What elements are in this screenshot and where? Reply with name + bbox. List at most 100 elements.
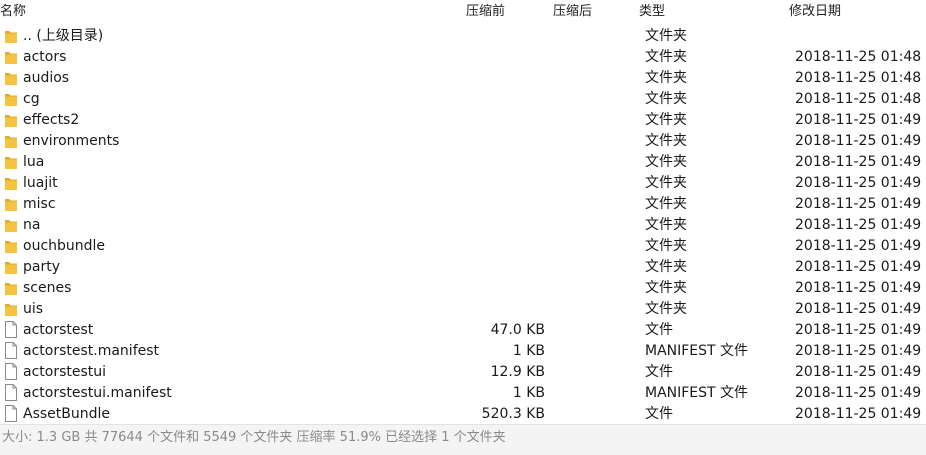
row-type: 文件 [645, 364, 673, 380]
row-type: 文件夹 [645, 196, 687, 212]
row-type: 文件夹 [645, 49, 687, 65]
row-modified: 2018-11-25 01:49 [795, 385, 922, 401]
folder-icon [4, 155, 18, 170]
row-type: 文件夹 [645, 301, 687, 317]
row-name: environments [23, 133, 120, 149]
folder-row[interactable]: .. (上级目录) 文件夹 [0, 26, 926, 47]
row-modified: 2018-11-25 01:49 [795, 217, 922, 233]
row-modified: 2018-11-25 01:48 [795, 70, 922, 86]
folder-icon [4, 92, 18, 107]
row-modified: 2018-11-25 01:49 [795, 175, 922, 191]
folder-icon [4, 239, 18, 254]
file-row[interactable]: actorstestui.manifest 1 KB MANIFEST 文件 2018… [0, 383, 926, 404]
row-type: 文件夹 [645, 28, 687, 44]
column-header: 名称 压缩前 压缩后 类型 修改日期 [0, 0, 926, 24]
column-header-compressed-size[interactable]: 压缩后 [553, 3, 592, 21]
row-type: 文件 [645, 322, 673, 338]
folder-icon [4, 281, 18, 296]
file-icon [4, 405, 18, 422]
row-modified: 2018-11-25 01:48 [795, 91, 922, 107]
row-type: 文件夹 [645, 91, 687, 107]
file-icon [4, 384, 18, 401]
folder-icon [4, 176, 18, 191]
folder-row[interactable]: ouchbundle 文件夹 2018-11-25 01:49 [0, 236, 926, 257]
folder-row[interactable]: uis 文件夹 2018-11-25 01:49 [0, 299, 926, 320]
folder-icon [4, 134, 18, 149]
row-type: 文件夹 [645, 238, 687, 254]
status-text: 大小: 1.3 GB 共 77644 个文件和 5549 个文件夹 压缩率 51… [2, 430, 506, 445]
row-name: party [23, 259, 60, 275]
folder-icon [4, 260, 18, 275]
row-modified: 2018-11-25 01:48 [795, 49, 922, 65]
file-row[interactable]: actorstest.manifest 1 KB MANIFEST 文件 2018-1… [0, 341, 926, 362]
row-modified: 2018-11-25 01:49 [795, 238, 922, 254]
folder-row[interactable]: lua 文件夹 2018-11-25 01:49 [0, 152, 926, 173]
row-type: MANIFEST 文件 [645, 343, 749, 359]
folder-row[interactable]: na 文件夹 2018-11-25 01:49 [0, 215, 926, 236]
row-type: 文件夹 [645, 133, 687, 149]
folder-row[interactable]: environments 文件夹 2018-11-25 01:49 [0, 131, 926, 152]
row-name: scenes [23, 280, 72, 296]
row-name: na [23, 217, 41, 233]
row-type: 文件夹 [645, 175, 687, 191]
column-header-name[interactable]: 名称 [0, 3, 26, 21]
folder-icon [4, 50, 18, 65]
row-name: effects2 [23, 112, 80, 128]
row-name: cg [23, 91, 40, 107]
status-bar: 大小: 1.3 GB 共 77644 个文件和 5549 个文件夹 压缩率 51… [0, 424, 926, 455]
row-modified: 2018-11-25 01:49 [795, 112, 922, 128]
row-type: MANIFEST 文件 [645, 385, 749, 401]
folder-icon [4, 302, 18, 317]
folder-row[interactable]: effects2 文件夹 2018-11-25 01:49 [0, 110, 926, 131]
row-modified: 2018-11-25 01:49 [795, 322, 922, 338]
row-name: misc [23, 196, 56, 212]
column-header-modified[interactable]: 修改日期 [789, 3, 841, 21]
folder-row[interactable]: actors 文件夹 2018-11-25 01:48 [0, 47, 926, 68]
row-name: luajit [23, 175, 58, 191]
folder-icon [4, 197, 18, 212]
folder-icon [4, 113, 18, 128]
row-name: .. (上级目录) [23, 28, 104, 44]
row-name: actors [23, 49, 67, 65]
folder-icon [4, 218, 18, 233]
file-icon [4, 342, 18, 359]
row-original-size: 1 KB [512, 343, 545, 359]
row-original-size: 1 KB [512, 385, 545, 401]
file-row[interactable]: actorstest 47.0 KB 文件 2018-11-25 01:49 [0, 320, 926, 341]
row-name: actorstest.manifest [23, 343, 160, 359]
row-modified: 2018-11-25 01:49 [795, 259, 922, 275]
row-name: lua [23, 154, 45, 170]
row-type: 文件夹 [645, 217, 687, 233]
file-row[interactable]: AssetBundle 520.3 KB 文件 2018-11-25 01:49 [0, 404, 926, 424]
row-name: audios [23, 70, 70, 86]
folder-row[interactable]: luajit 文件夹 2018-11-25 01:49 [0, 173, 926, 194]
row-name: actorstestui.manifest [23, 385, 172, 401]
row-name: actorstestui [23, 364, 107, 380]
folder-row[interactable]: scenes 文件夹 2018-11-25 01:49 [0, 278, 926, 299]
row-original-size: 520.3 KB [481, 406, 545, 422]
row-name: ouchbundle [23, 238, 106, 254]
archive-window: 名称 压缩前 压缩后 类型 修改日期 .. (上级目录) 文件夹 actors 文件夹… [0, 0, 926, 455]
folder-row[interactable]: misc 文件夹 2018-11-25 01:49 [0, 194, 926, 215]
column-header-original-size[interactable]: 压缩前 [466, 3, 505, 21]
row-name: uis [23, 301, 44, 317]
row-type: 文件 [645, 406, 673, 422]
file-list: .. (上级目录) 文件夹 actors 文件夹 2018-11-25 01:48 aud… [0, 26, 926, 424]
row-modified: 2018-11-25 01:49 [795, 343, 922, 359]
folder-row[interactable]: audios 文件夹 2018-11-25 01:48 [0, 68, 926, 89]
row-modified: 2018-11-25 01:49 [795, 364, 922, 380]
row-type: 文件夹 [645, 70, 687, 86]
file-icon [4, 363, 18, 380]
file-row[interactable]: actorstestui 12.9 KB 文件 2018-11-25 01:49 [0, 362, 926, 383]
column-header-type[interactable]: 类型 [639, 3, 665, 21]
row-modified: 2018-11-25 01:49 [795, 301, 922, 317]
folder-row[interactable]: cg 文件夹 2018-11-25 01:48 [0, 89, 926, 110]
row-type: 文件夹 [645, 154, 687, 170]
folder-row[interactable]: party 文件夹 2018-11-25 01:49 [0, 257, 926, 278]
row-modified: 2018-11-25 01:49 [795, 406, 922, 422]
row-name: actorstest [23, 322, 94, 338]
row-modified: 2018-11-25 01:49 [795, 154, 922, 170]
folder-icon [4, 71, 18, 86]
row-modified: 2018-11-25 01:49 [795, 280, 922, 296]
row-type: 文件夹 [645, 280, 687, 296]
